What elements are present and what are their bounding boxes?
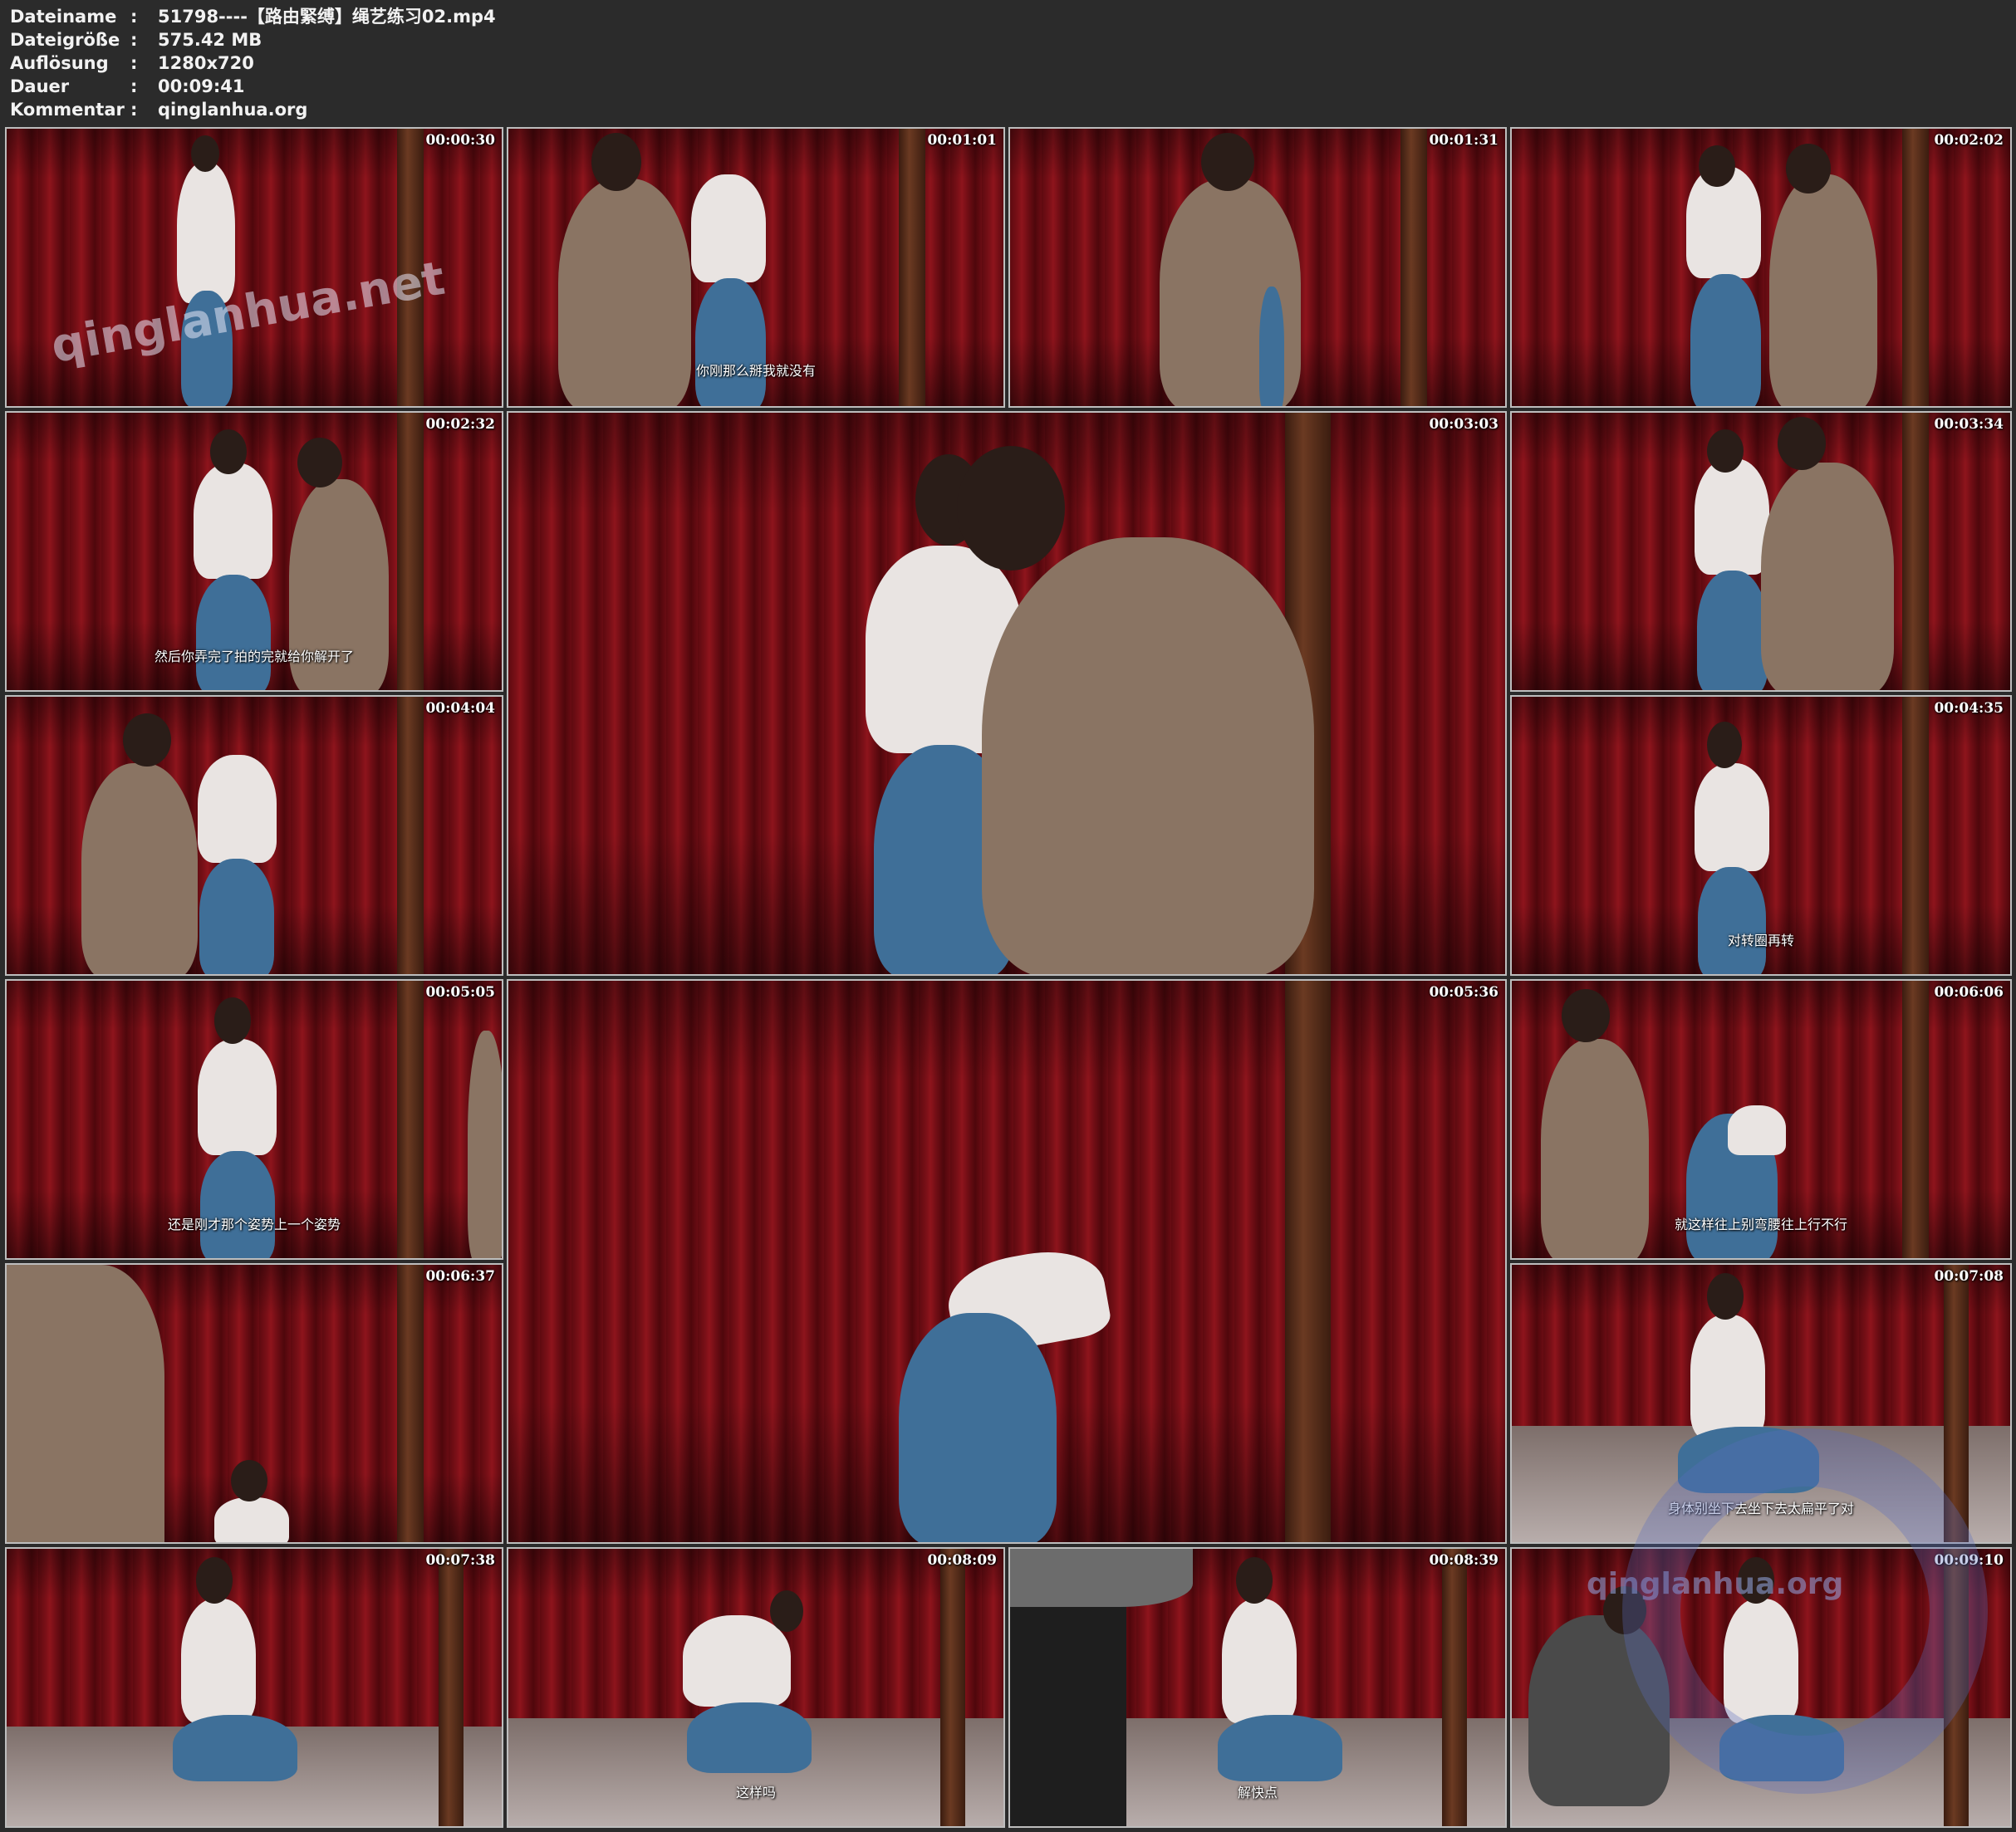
timestamp: 00:05:05 — [425, 984, 495, 1001]
timestamp: 00:08:09 — [927, 1552, 997, 1569]
info-value: qinglanhua.org — [158, 100, 308, 120]
info-value: 00:09:41 — [158, 76, 245, 96]
timestamp: 00:04:04 — [425, 700, 495, 717]
thumbnail[interactable]: 00:05:05 还是刚才那个姿势上一个姿势 — [5, 979, 503, 1260]
subtitle: 你刚那么掰我就没有 — [695, 363, 816, 379]
timestamp: 00:07:38 — [425, 1552, 495, 1569]
info-value: 1280x720 — [158, 53, 254, 73]
info-key: Auflösung — [10, 53, 109, 73]
timestamp: 00:03:34 — [1934, 416, 2004, 433]
timestamp: 00:00:30 — [425, 132, 495, 149]
thumbnail[interactable]: 00:06:37 — [5, 1263, 503, 1544]
thumbnail[interactable]: qinglanhua.net 00:00:30 — [5, 127, 503, 408]
thumbnail[interactable]: 00:07:38 — [5, 1547, 503, 1828]
info-value: 51798----【路由緊缚】绳艺练习02.mp4 — [158, 7, 496, 27]
timestamp: 00:08:39 — [1429, 1552, 1499, 1569]
thumbnail[interactable]: 00:03:34 — [1510, 411, 2012, 692]
timestamp: 00:04:35 — [1934, 700, 2004, 717]
timestamp: 00:01:31 — [1429, 132, 1499, 149]
info-value: 575.42 MB — [158, 30, 262, 50]
thumbnail[interactable]: 00:01:31 — [1008, 127, 1507, 408]
info-key: Dateiname — [10, 7, 117, 27]
thumbnail[interactable]: qinglanhua.org 00:09:10 — [1510, 1547, 2012, 1828]
timestamp: 00:05:36 — [1429, 984, 1499, 1001]
info-separator: : — [130, 100, 138, 120]
info-separator: : — [130, 53, 138, 73]
timestamp: 00:06:37 — [425, 1268, 495, 1285]
info-separator: : — [130, 7, 138, 27]
subtitle: 还是刚才那个姿势上一个姿势 — [167, 1217, 341, 1232]
info-row-resolution: Auflösung : 1280x720 — [10, 51, 496, 75]
info-key: Dateigröße — [10, 30, 120, 50]
timestamp: 00:09:10 — [1934, 1552, 2004, 1569]
info-key: Dauer — [10, 76, 70, 96]
thumbnail[interactable]: 00:06:06 就这样往上别弯腰往上行不行 — [1510, 979, 2012, 1260]
info-key: Kommentar — [10, 100, 125, 120]
timestamp: 00:02:32 — [425, 416, 495, 433]
thumbnail[interactable]: 00:02:02 — [1510, 127, 2012, 408]
info-separator: : — [130, 30, 138, 50]
info-row-duration: Dauer : 00:09:41 — [10, 75, 496, 98]
thumbnail[interactable]: 00:02:32 然后你弄完了拍的完就给你解开了 — [5, 411, 503, 692]
info-row-filename: Dateiname : 51798----【路由緊缚】绳艺练习02.mp4 — [10, 5, 496, 28]
thumbnail-large[interactable]: 00:03:03 — [507, 411, 1507, 976]
thumbnail[interactable]: 00:04:35 对转圈再转 — [1510, 695, 2012, 976]
info-row-filesize: Dateigröße : 575.42 MB — [10, 28, 496, 51]
watermark-text: qinglanhua.org — [1587, 1567, 1844, 1601]
info-row-comment: Kommentar : qinglanhua.org — [10, 98, 496, 121]
subtitle: 就这样往上别弯腰往上行不行 — [1674, 1217, 1847, 1232]
subtitle: 对转圈再转 — [1727, 933, 1794, 948]
thumbnail[interactable]: 00:01:01 你刚那么掰我就没有 — [507, 127, 1005, 408]
timestamp: 00:02:02 — [1934, 132, 2004, 149]
timestamp: 00:06:06 — [1934, 984, 2004, 1001]
timestamp: 00:03:03 — [1429, 416, 1499, 433]
thumbnail[interactable]: 00:08:09 这样吗 — [507, 1547, 1005, 1828]
subtitle: 解快点 — [1237, 1785, 1278, 1800]
subtitle: 身体别坐下去坐下去太扁平了对 — [1667, 1501, 1854, 1516]
subtitle: 然后你弄完了拍的完就给你解开了 — [154, 649, 354, 664]
info-separator: : — [130, 76, 138, 96]
file-info-header: Dateiname : 51798----【路由緊缚】绳艺练习02.mp4 Da… — [10, 5, 496, 121]
thumbnail[interactable]: 00:08:39 解快点 — [1008, 1547, 1507, 1828]
thumbnail[interactable]: 00:04:04 — [5, 695, 503, 976]
thumbnail-large[interactable]: 00:05:36 — [507, 979, 1507, 1544]
timestamp: 00:01:01 — [927, 132, 997, 149]
subtitle: 这样吗 — [735, 1785, 776, 1800]
timestamp: 00:07:08 — [1934, 1268, 2004, 1285]
thumbnail[interactable]: 00:07:08 身体别坐下去坐下去太扁平了对 — [1510, 1263, 2012, 1544]
